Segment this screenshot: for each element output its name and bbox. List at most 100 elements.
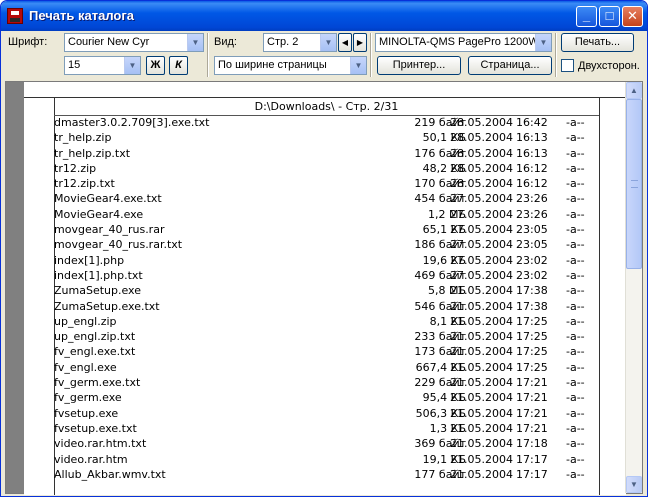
file-time: 23:05 [516,238,548,252]
toolbar: Шрифт: Courier New Cyr ▼ 15 ▼ Ж К Вид: С… [1,31,647,79]
file-attributes: -a-- [566,192,585,206]
chevron-down-icon[interactable]: ▼ [535,34,551,51]
file-attributes: -a-- [566,131,585,145]
file-name: fv_germ.exe.txt [54,376,141,390]
file-time: 23:02 [516,253,548,267]
file-name: movgear_40_rus.rar.txt [54,238,183,252]
file-attributes: -a-- [566,376,585,390]
file-name: ZumaSetup.exe [54,284,141,298]
file-attributes: -a-- [566,161,585,175]
file-attributes: -a-- [566,177,585,191]
next-page-button[interactable]: ▶ [353,33,367,52]
fit-mode-select[interactable]: По ширине страницы ▼ [214,56,367,75]
file-attributes: -a-- [566,238,585,252]
fit-mode-value: По ширине страницы [218,59,327,71]
file-name: tr_help.zip [54,131,112,145]
file-name: fvsetup.exe.txt [54,421,137,435]
file-name: movgear_40_rus.rar [54,223,165,237]
scroll-down-icon[interactable]: ▼ [626,476,642,493]
duplex-label: Двухсторон. [578,60,640,72]
file-time: 17:38 [516,284,548,298]
table-row: tr12.zip.txt 170 байт 28.05.2004 16:12 -a-- [54,176,599,191]
file-date: 21.05.2004 [450,467,513,481]
table-row: tr12.zip 48,2 КБ 28.05.2004 16:12 -a-- [54,161,599,176]
scroll-up-icon[interactable]: ▲ [626,82,642,99]
file-date: 21.05.2004 [450,406,513,420]
file-date: 21.05.2004 [450,452,513,466]
table-row: dmaster3.0.2.709[3].exe.txt 219 байт 28.05… [54,115,599,130]
font-size-value: 15 [68,59,81,71]
file-name: index[1].php [54,253,125,267]
chevron-down-icon[interactable]: ▼ [124,57,140,74]
chevron-down-icon[interactable]: ▼ [187,34,203,51]
duplex-checkbox[interactable] [561,59,574,72]
file-name: fv_germ.exe [54,391,122,405]
scroll-thumb[interactable] [626,99,642,269]
file-attributes: -a-- [566,268,585,282]
print-catalog-window: Печать каталога _ □ ✕ Шрифт: Courier New… [0,0,648,497]
close-button[interactable]: ✕ [622,6,643,27]
file-time: 23:26 [516,207,548,221]
file-date: 21.05.2004 [450,284,513,298]
title-bar[interactable]: Печать каталога _ □ ✕ [1,1,647,31]
file-date: 21.05.2004 [450,360,513,374]
file-attributes: -a-- [566,299,585,313]
page-select[interactable]: Стр. 2 ▼ [263,33,337,52]
toolbar-separator [207,33,209,77]
page-setup-button[interactable]: Страница... [468,56,552,75]
file-date: 27.05.2004 [450,238,513,252]
file-date: 27.05.2004 [450,268,513,282]
table-row: index[1].php.txt 469 байт 27.05.2004 23:02-… [54,268,599,283]
file-date: 27.05.2004 [450,192,513,206]
file-name: fv_engl.exe.txt [54,345,136,359]
file-attributes: -a-- [566,421,585,435]
file-time: 16:42 [516,116,548,129]
chevron-down-icon[interactable]: ▼ [320,34,336,51]
file-time: 17:17 [516,452,548,466]
file-name: index[1].php.txt [54,268,143,282]
file-time: 17:21 [516,406,548,420]
table-row: up_engl.zip 8,1 КБ 21.05.2004 17:25 -a-- [54,314,599,329]
font-select[interactable]: Courier New Cyr ▼ [64,33,204,52]
vertical-scrollbar[interactable]: ▲ ▼ [625,82,642,493]
table-row: fv_germ.exe.txt 229 байт 21.05.2004 17:21 -a… [54,375,599,390]
file-name: MovieGear4.exe.txt [54,192,162,206]
prev-page-button[interactable]: ◀ [338,33,352,52]
printer-select-value: MINOLTA-QMS PagePro 1200W [379,36,539,48]
file-attributes: -a-- [566,345,585,359]
maximize-button[interactable]: □ [599,6,620,27]
file-name: fv_engl.exe [54,360,117,374]
file-attributes: -a-- [566,452,585,466]
table-row: fvsetup.exe.txt 1,3 КБ 21.05.2004 17:21 -a-- [54,421,599,436]
chevron-down-icon[interactable]: ▼ [350,57,366,74]
print-button[interactable]: Печать... [561,33,634,52]
file-date: 28.05.2004 [450,177,513,191]
table-row: Allub_Akbar.wmv.txt 177 байт 21.05.2004 17:… [54,467,599,482]
table-row: up_engl.zip.txt 233 байт 21.05.2004 17:25 -a… [54,329,599,344]
bold-button[interactable]: Ж [146,56,165,75]
toolbar-separator [555,33,557,77]
file-time: 17:17 [516,467,548,481]
file-attributes: -a-- [566,146,585,160]
font-label: Шрифт: [8,36,48,48]
table-row: tr_help.zip 50,1 КБ 28.05.2004 16:13 -a-- [54,130,599,145]
table-row: index[1].php 19,6 КБ 27.05.2004 23:02 -a-- [54,253,599,268]
toolbar-separator [370,33,372,77]
file-name: MovieGear4.exe [54,207,144,221]
file-name: tr_help.zip.txt [54,146,131,160]
file-date: 28.05.2004 [450,161,513,175]
minimize-button[interactable]: _ [576,6,597,27]
font-size-select[interactable]: 15 ▼ [64,56,141,75]
file-name: Allub_Akbar.wmv.txt [54,467,166,481]
file-name: fvsetup.exe [54,406,119,420]
printer-button[interactable]: Принтер... [377,56,461,75]
file-time: 17:21 [516,421,548,435]
file-time: 16:13 [516,131,548,145]
table-row: movgear_40_rus.rar.txt 186 байт 27.05.2004… [54,237,599,252]
file-attributes: -a-- [566,467,585,481]
italic-button[interactable]: К [169,56,188,75]
font-select-value: Courier New Cyr [68,36,150,48]
file-attributes: -a-- [566,437,585,451]
file-time: 17:25 [516,345,548,359]
printer-select[interactable]: MINOLTA-QMS PagePro 1200W ▼ [375,33,552,52]
